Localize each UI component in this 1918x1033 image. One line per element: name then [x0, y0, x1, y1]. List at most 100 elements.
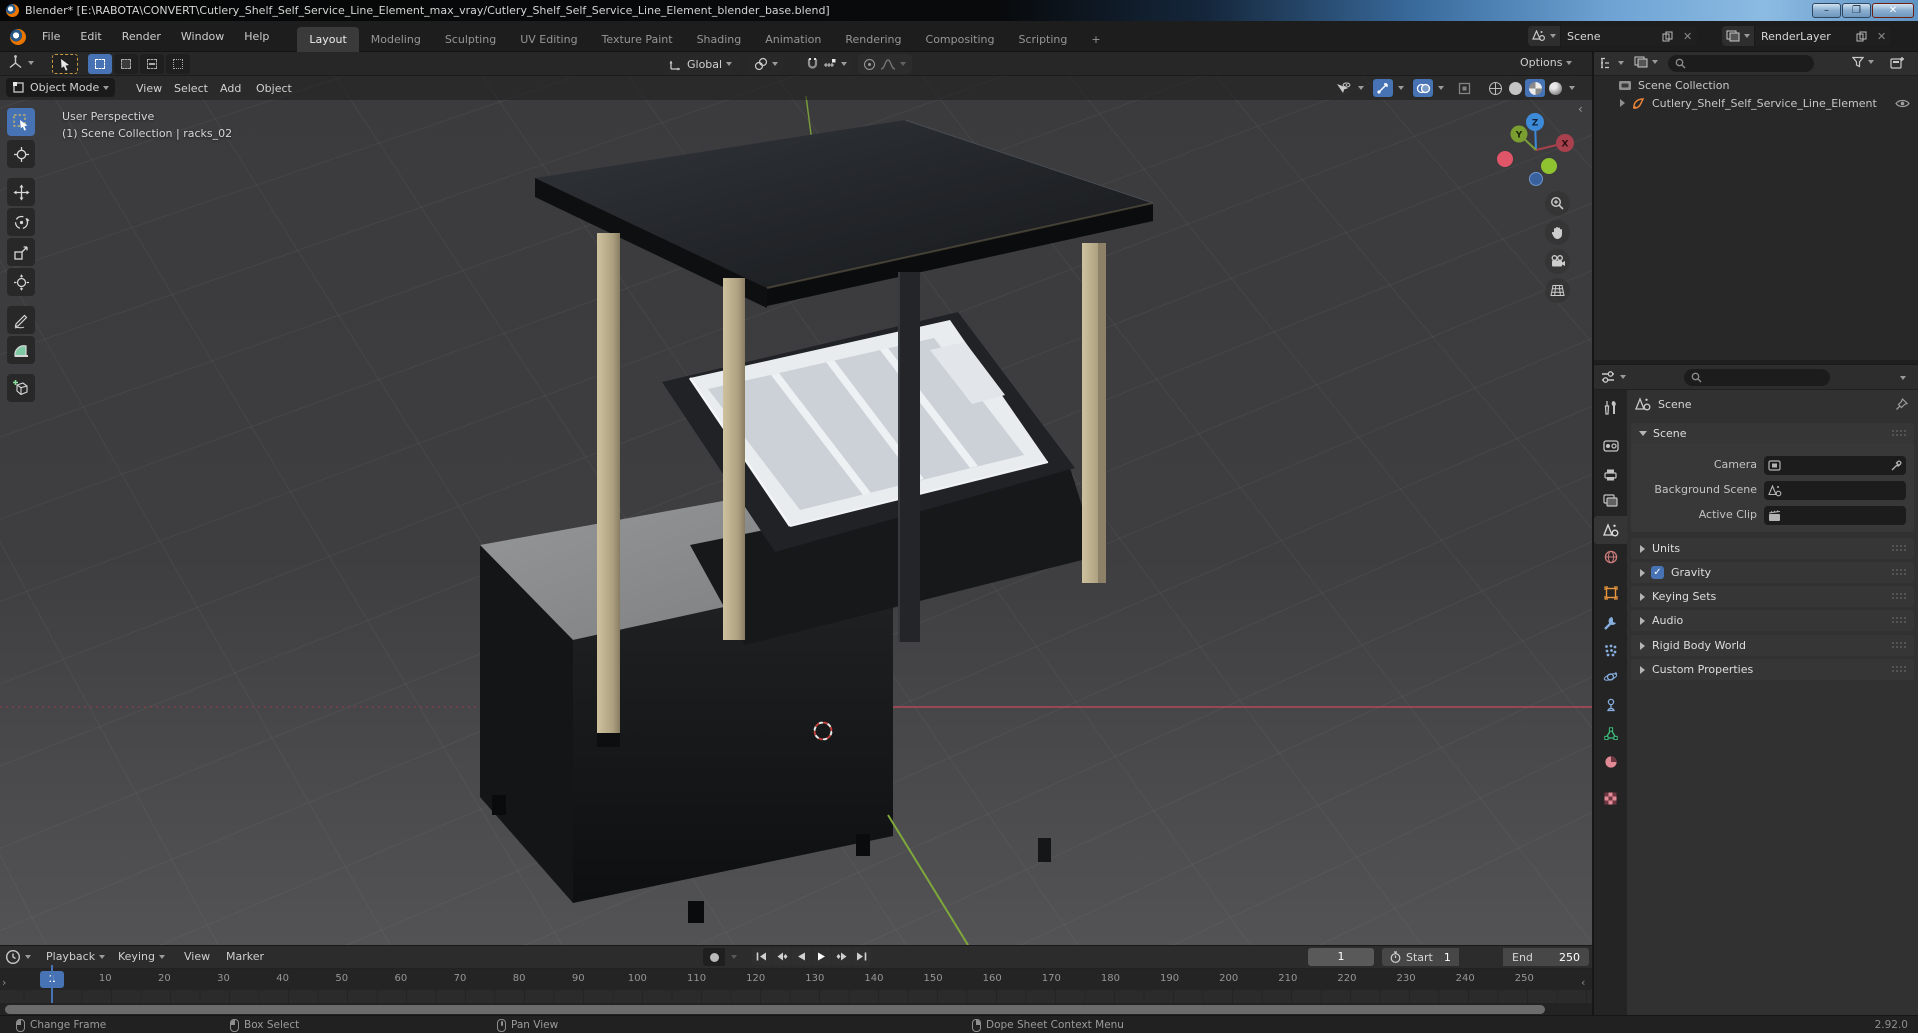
timeline-menu-view[interactable]: View: [184, 950, 210, 963]
add-workspace-button[interactable]: +: [1079, 27, 1112, 52]
play-button[interactable]: [812, 948, 831, 965]
view-layer-remove-icon[interactable]: ✕: [1872, 26, 1892, 46]
new-collection-button[interactable]: [1890, 56, 1905, 70]
prev-keyframe-button[interactable]: [772, 948, 791, 965]
outliner-row-scene-collection[interactable]: Scene Collection: [1594, 76, 1918, 94]
menu-render[interactable]: Render: [112, 21, 171, 52]
active-clip-field[interactable]: [1764, 506, 1906, 525]
viewport-menu-select[interactable]: Select: [166, 76, 216, 100]
view-layer-selector-icon[interactable]: [1722, 26, 1755, 46]
properties-options-dropdown[interactable]: [1900, 376, 1906, 380]
close-button[interactable]: ✕: [1872, 3, 1914, 18]
properties-search-input[interactable]: [1684, 369, 1830, 386]
panel-header-units[interactable]: Units: [1631, 538, 1914, 559]
gizmos-toggle-icon[interactable]: [1373, 79, 1393, 97]
proportional-editing-dropdown[interactable]: [858, 54, 912, 74]
eyedropper-icon[interactable]: [1891, 460, 1902, 471]
transform-orientation-dropdown[interactable]: Global: [663, 54, 739, 74]
tab-world[interactable]: [1594, 543, 1627, 571]
editor-type-button[interactable]: [7, 54, 34, 71]
outliner-editor-type-button[interactable]: [1599, 56, 1624, 70]
xray-toggle-icon[interactable]: [1454, 79, 1474, 97]
sidebar-toggle-arrow[interactable]: ‹: [1578, 102, 1583, 116]
playhead-line[interactable]: [51, 965, 53, 1003]
workspace-tab-texture-paint[interactable]: Texture Paint: [590, 27, 685, 52]
timeline-menu-marker[interactable]: Marker: [226, 950, 264, 963]
options-dropdown[interactable]: Options: [1520, 56, 1573, 69]
show-object-types-icon[interactable]: [1333, 79, 1353, 97]
menu-help[interactable]: Help: [234, 21, 279, 52]
select-mode-subtract[interactable]: [140, 54, 164, 74]
scene-selector-icon[interactable]: [1528, 26, 1561, 46]
view-layer-name[interactable]: RenderLayer: [1755, 26, 1851, 46]
auto-keying-record-button[interactable]: [703, 948, 725, 966]
viewport-3d[interactable]: Object Mode View Select Add Object User …: [0, 76, 1592, 945]
frame-end-field[interactable]: End 250: [1503, 948, 1589, 966]
tab-physics[interactable]: [1594, 663, 1627, 691]
tool-add-cube[interactable]: [7, 374, 35, 402]
current-frame-field[interactable]: 1: [1308, 948, 1374, 966]
outliner-search-input[interactable]: [1668, 55, 1814, 72]
outliner-row-object[interactable]: Cutlery_Shelf_Self_Service_Line_Element: [1594, 94, 1918, 112]
select-mode-invert[interactable]: [166, 54, 190, 74]
gizmo-z-neg-axis[interactable]: [1529, 172, 1543, 186]
active-tool-indicator[interactable]: [52, 54, 78, 74]
play-reverse-button[interactable]: [792, 948, 811, 965]
tab-particles[interactable]: [1594, 636, 1627, 664]
navigation-gizmo[interactable]: Z Y X: [1480, 76, 1592, 206]
tool-select-box[interactable]: [7, 108, 35, 136]
tool-move[interactable]: [7, 178, 35, 206]
viewport-menu-view[interactable]: View: [128, 76, 170, 100]
workspace-tab-compositing[interactable]: Compositing: [914, 27, 1007, 52]
workspace-tab-sculpting[interactable]: Sculpting: [433, 27, 508, 52]
background-scene-field[interactable]: [1764, 481, 1906, 500]
tab-object-data[interactable]: [1594, 719, 1627, 747]
workspace-tab-shading[interactable]: Shading: [685, 27, 754, 52]
panel-header-scene[interactable]: Scene: [1631, 423, 1914, 444]
timeline-right-collapse-arrow[interactable]: ‹: [1581, 976, 1585, 989]
tab-texture[interactable]: [1594, 784, 1627, 812]
outliner-display-mode-button[interactable]: [1634, 56, 1658, 68]
tab-output[interactable]: [1594, 461, 1627, 489]
menu-window[interactable]: Window: [171, 21, 234, 52]
gravity-checkbox[interactable]: ✓: [1651, 566, 1664, 579]
view-layer-copy-icon[interactable]: [1851, 26, 1872, 46]
scene-name[interactable]: Scene: [1561, 26, 1657, 46]
tool-transform[interactable]: [7, 268, 35, 296]
frame-start-field[interactable]: Start 1: [1382, 948, 1459, 966]
tab-modifiers[interactable]: [1594, 608, 1627, 636]
timeline-menu-keying[interactable]: Keying: [118, 950, 165, 963]
tab-constraints[interactable]: [1594, 691, 1627, 719]
outliner-filter-button[interactable]: [1852, 56, 1874, 68]
panel-expand-arrow[interactable]: [1639, 431, 1647, 436]
menu-edit[interactable]: Edit: [70, 21, 111, 52]
viewport-menu-object[interactable]: Object: [248, 76, 300, 100]
panel-header-gravity[interactable]: ✓ Gravity: [1631, 562, 1914, 583]
tab-render[interactable]: [1594, 431, 1627, 459]
zoom-icon[interactable]: [1545, 191, 1570, 216]
next-keyframe-button[interactable]: [832, 948, 851, 965]
tool-cursor[interactable]: [7, 140, 35, 168]
tab-scene[interactable]: [1594, 516, 1627, 544]
timeline-menu-playback[interactable]: Playback: [46, 950, 106, 963]
visibility-eye-icon[interactable]: [1895, 98, 1910, 109]
tool-measure[interactable]: [7, 336, 35, 364]
camera-view-icon[interactable]: [1545, 249, 1570, 274]
timeline-channel-strip[interactable]: [0, 990, 1592, 1003]
3d-scene[interactable]: [0, 76, 1592, 945]
select-mode-extend[interactable]: [114, 54, 138, 74]
scene-copy-icon[interactable]: [1657, 26, 1678, 46]
maximize-button[interactable]: ❐: [1842, 3, 1871, 18]
panel-header-rigid-body-world[interactable]: Rigid Body World: [1631, 635, 1914, 656]
snap-dropdown[interactable]: [800, 54, 853, 74]
tab-tool[interactable]: [1594, 393, 1627, 421]
properties-editor-type-button[interactable]: [1600, 370, 1626, 384]
mode-dropdown[interactable]: Object Mode: [6, 78, 116, 97]
workspace-tab-uv-editing[interactable]: UV Editing: [508, 27, 589, 52]
gizmo-y-neg-axis[interactable]: [1541, 158, 1557, 174]
workspace-tab-layout[interactable]: Layout: [297, 27, 359, 52]
menu-file[interactable]: File: [32, 21, 70, 52]
pan-hand-icon[interactable]: [1545, 220, 1570, 245]
panel-header-custom-properties[interactable]: Custom Properties: [1631, 659, 1914, 680]
tab-view-layer[interactable]: [1594, 486, 1627, 514]
